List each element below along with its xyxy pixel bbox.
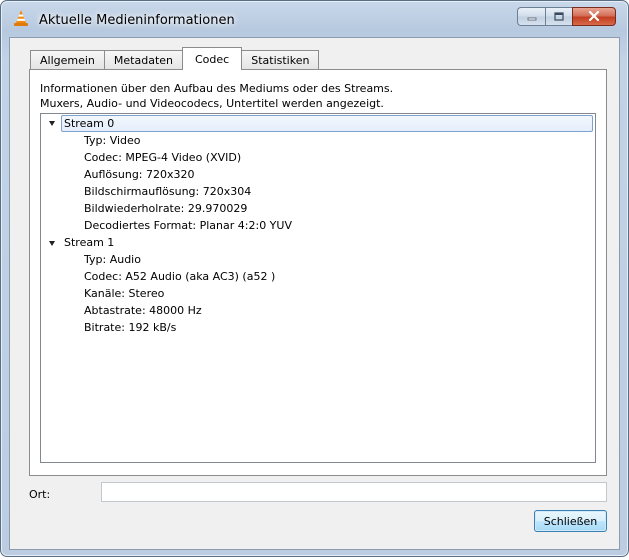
minimize-button[interactable] <box>517 7 545 26</box>
tree-item-label: Abtastrate: 48000 Hz <box>84 304 202 317</box>
description-line-1: Informationen über den Aufbau des Medium… <box>40 82 394 95</box>
location-input[interactable] <box>101 482 607 502</box>
title-bar[interactable]: Aktuelle Medieninformationen <box>1 1 628 37</box>
minimize-icon <box>527 10 537 24</box>
location-label: Ort: <box>29 488 51 501</box>
stream-tree[interactable]: Stream 0 Typ: Video Codec: MPEG-4 Video … <box>40 113 596 463</box>
tree-item-label: Typ: Audio <box>84 253 141 266</box>
caption-buttons <box>517 7 616 26</box>
expanded-triangle-icon[interactable] <box>49 241 55 246</box>
codec-description: Informationen über den Aufbau des Medium… <box>40 81 590 111</box>
codec-panel: Informationen über den Aufbau des Medium… <box>29 69 607 476</box>
close-icon <box>588 10 600 24</box>
tree-item-label: Typ: Video <box>84 134 141 147</box>
tree-item-label: Bildwiederholrate: 29.970029 <box>84 202 248 215</box>
close-button[interactable]: Schließen <box>534 510 607 532</box>
tab-codec[interactable]: Codec <box>182 47 243 70</box>
tab-bar: Allgemein Metadaten Codec Statistiken <box>30 47 320 70</box>
window-title: Aktuelle Medieninformationen <box>39 13 235 28</box>
tree-item-label: Codec: A52 Audio (aka AC3) (a52 ) <box>84 270 276 283</box>
tree-item-label: Bitrate: 192 kB/s <box>84 321 177 334</box>
tab-statistiken[interactable]: Statistiken <box>241 50 320 70</box>
tab-metadaten[interactable]: Metadaten <box>103 50 183 70</box>
maximize-icon <box>554 10 564 24</box>
dialog-client-area: Allgemein Metadaten Codec Statistiken In… <box>9 37 620 550</box>
expanded-triangle-icon[interactable] <box>49 121 55 126</box>
tree-item-label: Bildschirmauflösung: 720x304 <box>84 185 252 198</box>
tree-item-label: Decodiertes Format: Planar 4:2:0 YUV <box>84 219 292 232</box>
tree-node-label: Stream 1 <box>64 236 115 249</box>
tree-item-label: Auflösung: 720x320 <box>84 168 195 181</box>
description-line-2: Muxers, Audio- und Videocodecs, Untertit… <box>40 97 384 110</box>
maximize-button[interactable] <box>545 7 572 26</box>
close-window-button[interactable] <box>572 7 616 26</box>
tree-node-stream-0[interactable]: Stream 0 <box>61 115 593 132</box>
tree-item-label: Kanäle: Stereo <box>84 287 165 300</box>
vlc-cone-icon <box>13 10 29 27</box>
tree-item-label: Codec: MPEG-4 Video (XVID) <box>84 151 242 164</box>
tree-node-label: Stream 0 <box>64 117 115 130</box>
tab-allgemein[interactable]: Allgemein <box>30 50 105 70</box>
media-info-window: Aktuelle Medieninformationen Allgemein M… <box>0 0 629 557</box>
